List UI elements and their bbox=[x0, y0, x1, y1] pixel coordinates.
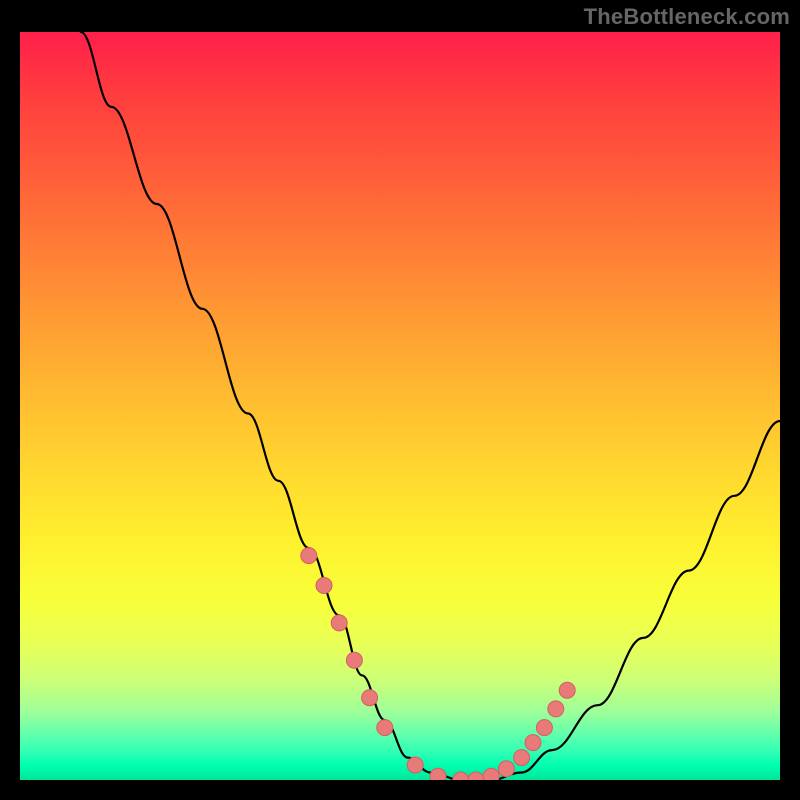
curve-layer bbox=[20, 32, 780, 780]
marker-dot bbox=[346, 652, 362, 668]
bottleneck-curve bbox=[81, 32, 780, 780]
marker-dots-group bbox=[301, 548, 575, 780]
marker-dot bbox=[468, 772, 484, 780]
marker-dot bbox=[362, 690, 378, 706]
marker-dot bbox=[559, 682, 575, 698]
marker-dot bbox=[548, 701, 564, 717]
chart-frame: TheBottleneck.com bbox=[0, 0, 800, 800]
marker-dot bbox=[453, 772, 469, 780]
marker-dot bbox=[483, 768, 499, 780]
watermark-text: TheBottleneck.com bbox=[584, 4, 790, 30]
marker-dot bbox=[430, 768, 446, 780]
plot-area bbox=[20, 32, 780, 780]
marker-dot bbox=[301, 548, 317, 564]
marker-dot bbox=[536, 720, 552, 736]
marker-dot bbox=[514, 750, 530, 766]
marker-dot bbox=[331, 615, 347, 631]
marker-dot bbox=[407, 757, 423, 773]
marker-dot bbox=[377, 720, 393, 736]
marker-dot bbox=[498, 761, 514, 777]
marker-dot bbox=[525, 735, 541, 751]
marker-dot bbox=[316, 578, 332, 594]
